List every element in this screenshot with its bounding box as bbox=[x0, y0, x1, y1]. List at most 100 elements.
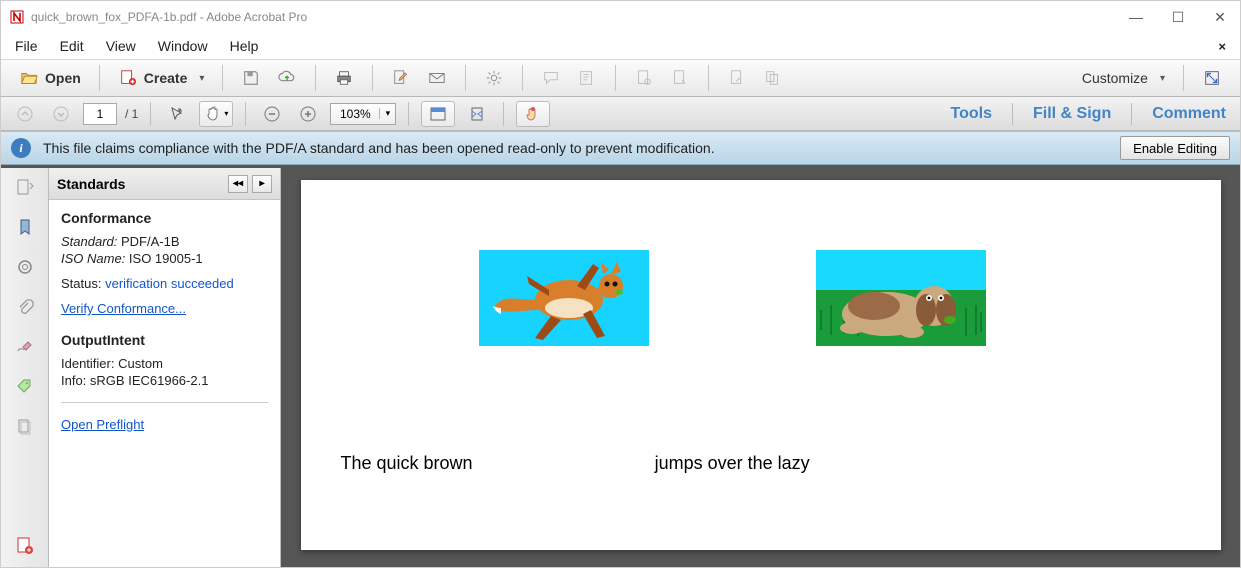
open-button[interactable]: Open bbox=[11, 64, 89, 92]
page-1: The quick brown bbox=[301, 180, 1221, 550]
fullscreen-icon bbox=[1202, 68, 1222, 88]
page-up-button[interactable] bbox=[11, 101, 39, 127]
doc-text-1: The quick brown bbox=[341, 454, 473, 472]
close-button[interactable]: ✕ bbox=[1208, 9, 1232, 26]
page-d-icon bbox=[763, 68, 783, 88]
layers-icon[interactable] bbox=[14, 416, 36, 438]
select-tool[interactable] bbox=[163, 101, 191, 127]
pdfa-info-text: This file claims compliance with the PDF… bbox=[43, 140, 1108, 156]
identifier-value: Custom bbox=[118, 356, 163, 371]
pdf-export-icon[interactable] bbox=[14, 535, 36, 557]
page-c-icon bbox=[727, 68, 747, 88]
attachments-icon[interactable] bbox=[14, 296, 36, 318]
open-label: Open bbox=[45, 70, 81, 86]
status-label: Status: bbox=[61, 276, 101, 291]
document-area[interactable]: The quick brown bbox=[281, 168, 1240, 567]
iso-value: ISO 19005-1 bbox=[129, 251, 203, 266]
conformance-header: Conformance bbox=[61, 210, 268, 226]
zoom-out-button[interactable] bbox=[258, 101, 286, 127]
pdfa-info-bar: i This file claims compliance with the P… bbox=[1, 131, 1240, 165]
standards-panel: Standards ◂◂ ▸ Conformance Standard: PDF… bbox=[49, 168, 281, 567]
menu-help[interactable]: Help bbox=[230, 38, 259, 54]
fox-image bbox=[479, 250, 649, 346]
page-b-icon bbox=[670, 68, 690, 88]
stamp-tool[interactable] bbox=[569, 64, 605, 92]
create-label: Create bbox=[144, 70, 188, 86]
zoom-input[interactable] bbox=[331, 107, 379, 121]
bookmarks-icon[interactable] bbox=[14, 216, 36, 238]
menu-file[interactable]: File bbox=[15, 38, 38, 54]
outputintent-header: OutputIntent bbox=[61, 332, 268, 348]
printer-icon bbox=[334, 68, 354, 88]
save-button[interactable] bbox=[233, 64, 269, 92]
print-button[interactable] bbox=[326, 64, 362, 92]
identifier-label: Identifier: bbox=[61, 356, 114, 371]
iso-label: ISO Name: bbox=[61, 251, 125, 266]
info-label: Info: bbox=[61, 373, 86, 388]
email-button[interactable] bbox=[419, 64, 455, 92]
fullscreen-button[interactable] bbox=[1194, 64, 1230, 92]
page-total: / 1 bbox=[125, 107, 138, 121]
menu-window[interactable]: Window bbox=[158, 38, 208, 54]
customize-button[interactable]: Customize bbox=[1074, 66, 1173, 90]
customize-label: Customize bbox=[1082, 70, 1148, 86]
folder-open-icon bbox=[19, 68, 39, 88]
edit-page-icon bbox=[391, 68, 411, 88]
page-number-input[interactable] bbox=[83, 103, 117, 125]
zoom-dropdown[interactable]: ▾ bbox=[379, 108, 395, 119]
dog-image bbox=[816, 250, 986, 346]
standards-icon[interactable] bbox=[14, 256, 36, 278]
menu-close-x[interactable]: × bbox=[1218, 39, 1226, 54]
tools-pane-button[interactable]: Tools bbox=[947, 105, 996, 123]
export-tool[interactable] bbox=[719, 64, 755, 92]
maximize-button[interactable]: ☐ bbox=[1166, 9, 1190, 26]
info-icon: i bbox=[11, 138, 31, 158]
panel-title: Standards bbox=[57, 176, 125, 192]
cloud-button[interactable] bbox=[269, 64, 305, 92]
sign-tool[interactable] bbox=[662, 64, 698, 92]
create-button[interactable]: Create bbox=[110, 64, 213, 92]
standard-value: PDF/A-1B bbox=[121, 234, 180, 249]
gear-icon bbox=[484, 68, 504, 88]
comment-pane-button[interactable]: Comment bbox=[1148, 105, 1230, 123]
signatures-icon[interactable] bbox=[14, 336, 36, 358]
read-mode-button[interactable] bbox=[516, 101, 550, 127]
attach-tool[interactable] bbox=[626, 64, 662, 92]
menu-bar: File Edit View Window Help × bbox=[1, 33, 1240, 59]
hand-tool[interactable]: ▾ bbox=[199, 101, 233, 127]
menu-edit[interactable]: Edit bbox=[60, 38, 84, 54]
panel-prev-button[interactable]: ◂◂ bbox=[228, 175, 248, 193]
minimize-button[interactable]: — bbox=[1124, 9, 1148, 26]
fill-sign-pane-button[interactable]: Fill & Sign bbox=[1029, 105, 1115, 123]
verify-conformance-link[interactable]: Verify Conformance... bbox=[61, 301, 186, 316]
create-pdf-icon bbox=[118, 68, 138, 88]
save-icon bbox=[241, 68, 261, 88]
page-a-icon bbox=[634, 68, 654, 88]
open-preflight-link[interactable]: Open Preflight bbox=[61, 417, 144, 432]
doc-text-2: jumps over the lazy bbox=[655, 454, 810, 472]
fit-page-button[interactable] bbox=[463, 101, 491, 127]
main-toolbar: Open Create Customize bbox=[1, 59, 1240, 97]
zoom-in-button[interactable] bbox=[294, 101, 322, 127]
title-bar: quick_brown_fox_PDFA-1b.pdf - Adobe Acro… bbox=[1, 1, 1240, 33]
acrobat-app-icon bbox=[9, 9, 25, 25]
envelope-icon bbox=[427, 68, 447, 88]
info-value: sRGB IEC61966-2.1 bbox=[90, 373, 209, 388]
page-down-button[interactable] bbox=[47, 101, 75, 127]
navigation-rail bbox=[1, 168, 49, 567]
comment-tool[interactable] bbox=[533, 64, 569, 92]
thumbnails-icon[interactable] bbox=[14, 176, 36, 198]
panel-next-button[interactable]: ▸ bbox=[252, 175, 272, 193]
organize-tool[interactable] bbox=[755, 64, 791, 92]
tags-icon[interactable] bbox=[14, 376, 36, 398]
menu-view[interactable]: View bbox=[106, 38, 136, 54]
edit-button[interactable] bbox=[383, 64, 419, 92]
window-title: quick_brown_fox_PDFA-1b.pdf - Adobe Acro… bbox=[31, 10, 307, 24]
standard-label: Standard: bbox=[61, 234, 117, 249]
status-value: verification succeeded bbox=[105, 276, 234, 291]
zoom-combo[interactable]: ▾ bbox=[330, 103, 396, 125]
fit-width-button[interactable] bbox=[421, 101, 455, 127]
enable-editing-button[interactable]: Enable Editing bbox=[1120, 136, 1230, 160]
stamp-icon bbox=[577, 68, 597, 88]
settings-button[interactable] bbox=[476, 64, 512, 92]
